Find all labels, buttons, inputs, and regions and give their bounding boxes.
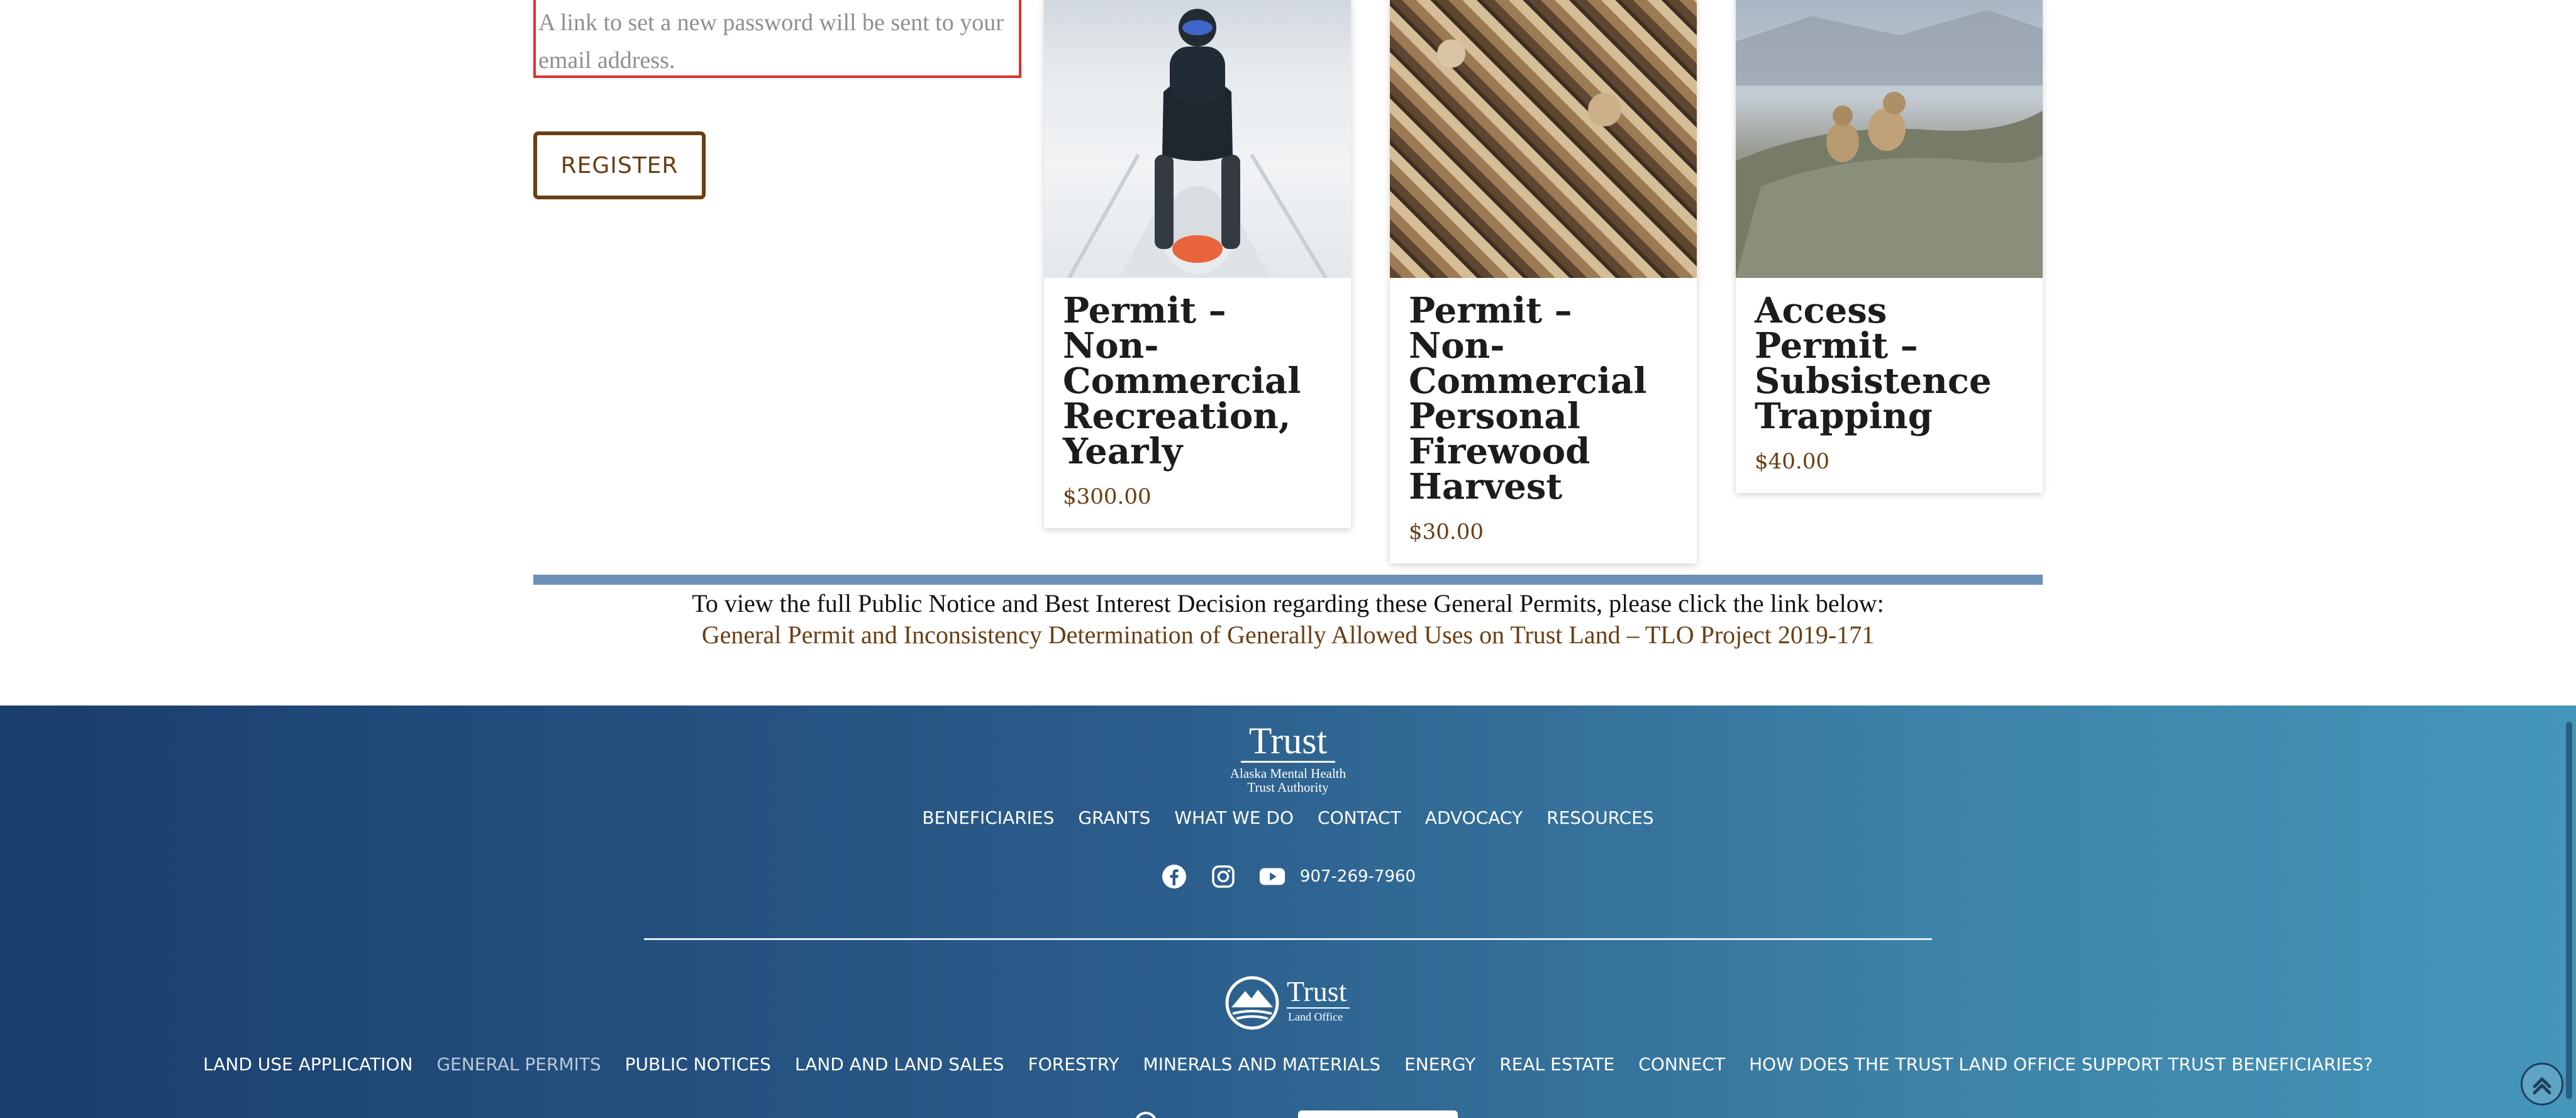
- tlo-logo-subtitle: Land Office: [1288, 1010, 1343, 1023]
- tlo-nav-general-permits[interactable]: GENERAL PERMITS: [436, 1054, 601, 1075]
- marmots-illustration: [1736, 10, 2043, 278]
- general-permits-link-text[interactable]: General Permit and Inconsistency Determi…: [702, 621, 1874, 649]
- general-permits-link[interactable]: General Permit and Inconsistency Determi…: [0, 619, 2576, 651]
- password-notice-text: A link to set a new password will be sen…: [538, 9, 1004, 74]
- section-divider: [533, 575, 2043, 585]
- chevron-up-icon: [2533, 1077, 2551, 1095]
- tlo-nav-connect[interactable]: CONNECT: [1638, 1054, 1725, 1075]
- product-image-firewood[interactable]: [1390, 0, 1697, 278]
- general-permits-intro: To view the full Public Notice and Best …: [692, 589, 1884, 617]
- footer-tlo-nav: LAND USE APPLICATION GENERAL PERMITS PUB…: [0, 1054, 2576, 1075]
- product-price: $40.00: [1755, 449, 1829, 474]
- footer-divider: [644, 938, 1932, 940]
- tlo-nav-real-estate[interactable]: REAL ESTATE: [1499, 1054, 1614, 1075]
- tlo-nav-minerals-and-materials[interactable]: MINERALS AND MATERIALS: [1143, 1054, 1381, 1075]
- mountain-logo-icon: [1225, 976, 1279, 1030]
- footer-phone[interactable]: 907-269-7960: [1300, 867, 1416, 886]
- product-card[interactable]: Permit – Non-Commercial Personal Firewoo…: [1390, 0, 1697, 563]
- footer-main-nav: BENEFICIARIES GRANTS WHAT WE DO CONTACT …: [0, 807, 2576, 828]
- trust-logo-line1: Alaska Mental Health: [1230, 766, 1346, 781]
- youtube-icon[interactable]: [1258, 863, 1286, 890]
- footer-nav-advocacy[interactable]: ADVOCACY: [1425, 807, 1523, 828]
- tlo-nav-energy[interactable]: ENERGY: [1404, 1054, 1475, 1075]
- instagram-icon[interactable]: [1209, 863, 1237, 890]
- product-card[interactable]: Access Permit – Subsistence Trapping $40…: [1736, 0, 2043, 493]
- footer-nav-contact[interactable]: CONTACT: [1318, 807, 1401, 828]
- tlo-logo-title: Trust: [1287, 975, 1347, 1007]
- tlo-nav-forestry[interactable]: FORESTRY: [1028, 1054, 1119, 1075]
- trust-authority-logo[interactable]: Trust Alaska Mental Health Trust Authori…: [1220, 720, 1356, 795]
- product-price: $300.00: [1063, 484, 1152, 509]
- partial-social-icon[interactable]: [1135, 1112, 1157, 1118]
- footer-nav-what-we-do[interactable]: WHAT WE DO: [1174, 807, 1294, 828]
- tlo-nav-land-use-application[interactable]: LAND USE APPLICATION: [203, 1054, 413, 1075]
- product-title[interactable]: Access Permit – Subsistence Trapping: [1755, 293, 2024, 434]
- trust-land-office-logo[interactable]: Trust Land Office: [1224, 975, 1352, 1031]
- page-scrollbar[interactable]: [2566, 722, 2572, 1099]
- trust-logo-title: Trust: [1248, 720, 1328, 761]
- product-card[interactable]: Permit – Non-Commercial Recreation, Year…: [1044, 0, 1351, 528]
- product-price: $30.00: [1409, 519, 1484, 545]
- product-title[interactable]: Permit – Non-Commercial Recreation, Year…: [1063, 293, 1332, 469]
- footer-nav-beneficiaries[interactable]: BENEFICIARIES: [922, 807, 1054, 828]
- register-button[interactable]: REGISTER: [533, 131, 706, 199]
- trust-logo-line2: Trust Authority: [1247, 780, 1329, 795]
- password-notice: A link to set a new password will be sen…: [533, 0, 1021, 78]
- product-image-snowmobile[interactable]: [1044, 0, 1351, 278]
- tlo-nav-support-beneficiaries[interactable]: HOW DOES THE TRUST LAND OFFICE SUPPORT T…: [1749, 1054, 2373, 1075]
- tlo-logo-divider: [1287, 1007, 1350, 1009]
- social-links: 907-269-7960: [0, 863, 2576, 890]
- partial-footer-button[interactable]: [1298, 1110, 1458, 1118]
- product-title[interactable]: Permit – Non-Commercial Personal Firewoo…: [1409, 293, 1678, 504]
- snowmobile-illustration: [1067, 9, 1328, 278]
- tlo-nav-land-and-land-sales[interactable]: LAND AND LAND SALES: [795, 1054, 1004, 1075]
- facebook-icon[interactable]: [1160, 863, 1188, 890]
- site-footer: Trust Alaska Mental Health Trust Authori…: [0, 706, 2576, 1118]
- footer-nav-grants[interactable]: GRANTS: [1078, 807, 1150, 828]
- back-to-top-button[interactable]: [2521, 1063, 2563, 1105]
- tlo-nav-public-notices[interactable]: PUBLIC NOTICES: [625, 1054, 771, 1075]
- product-image-marmots[interactable]: [1736, 0, 2043, 278]
- footer-nav-resources[interactable]: RESOURCES: [1546, 807, 1654, 828]
